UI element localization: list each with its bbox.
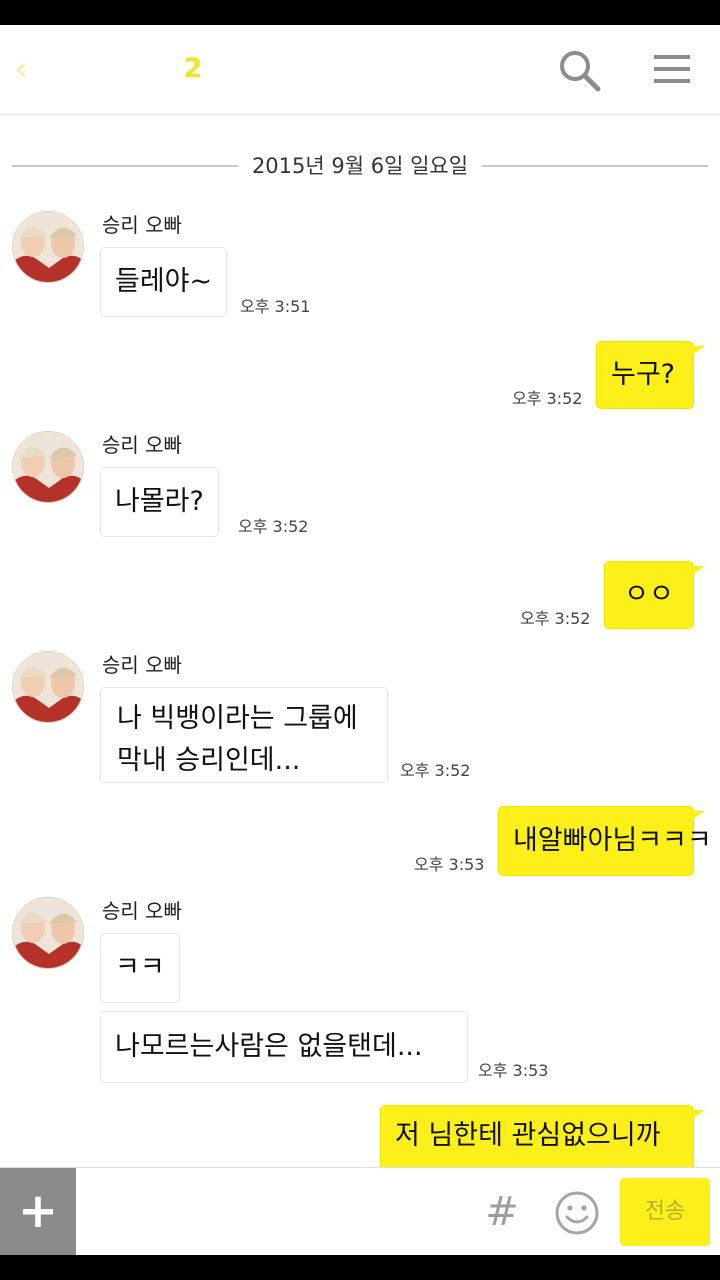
message-time: 오후 3:52 [400,761,471,780]
sender-name: 승리 오빠 [102,653,182,677]
chat-area[interactable]: 2015년 9월 6일 일요일 승리 오빠 들레야~ 오후 3:51 오후 3:… [0,115,720,1167]
message-input[interactable] [86,1182,466,1242]
message-bubble[interactable]: ㅋㅋ [100,933,180,1003]
search-icon [560,51,601,92]
message-time: 오후 3:53 [414,855,485,874]
back-button[interactable]: ‹ [6,47,36,91]
search-button[interactable] [556,47,602,93]
member-count: 2 [183,53,203,84]
avatar[interactable] [12,211,84,283]
my-message-bubble[interactable]: 저 님한테 관심없으니까 [380,1105,705,1167]
menu-icon [654,55,690,83]
date-separator: 2015년 9월 6일 일요일 [12,149,708,183]
profile-photo-icon [13,652,83,722]
menu-button[interactable] [650,49,694,89]
sender-name: 승리 오빠 [102,433,182,457]
sender-name: 승리 오빠 [102,213,182,237]
navigation-bar [0,1255,720,1280]
divider [12,165,238,167]
message-input-bar: + # 전송 [0,1167,720,1256]
profile-photo-icon [13,432,83,502]
plus-icon: + [17,1183,59,1239]
message-time: 오후 3:53 [478,1061,549,1080]
message-bubble[interactable]: 들레야~ [100,247,228,317]
avatar[interactable] [12,651,84,723]
smiley-icon [555,1191,599,1235]
chevron-left-icon: ‹ [14,49,28,89]
message-time: 오후 3:52 [512,389,583,408]
message-bubble[interactable]: 나 빅뱅이라는 그룹에 막내 승리인데... [100,687,388,783]
message-bubble[interactable]: 나몰라? [100,467,219,537]
avatar[interactable] [12,897,84,969]
emoji-button[interactable] [554,1190,600,1236]
status-bar [0,0,720,25]
hash-icon: # [485,1189,519,1235]
profile-photo-icon [13,898,83,968]
avatar[interactable] [12,431,84,503]
divider [482,165,708,167]
profile-photo-icon [13,212,83,282]
attach-button[interactable]: + [0,1168,76,1256]
chat-header: ‹ 2 [0,25,720,115]
date-label: 2015년 9월 6일 일요일 [251,154,469,178]
send-button[interactable]: 전송 [620,1178,710,1246]
hashtag-button[interactable]: # [480,1184,524,1240]
my-message-bubble[interactable]: ㅇㅇ [604,561,705,629]
my-message-bubble[interactable]: 누구? [596,341,705,409]
my-message-bubble[interactable]: 내알빠아님ㅋㅋㅋ [498,806,712,876]
message-time: 오후 3:52 [520,609,591,628]
message-time: 오후 3:51 [240,297,311,316]
message-bubble[interactable]: 나모르는사람은 없을탠데... [100,1011,468,1083]
sender-name: 승리 오빠 [102,899,182,923]
message-time: 오후 3:52 [238,517,309,536]
